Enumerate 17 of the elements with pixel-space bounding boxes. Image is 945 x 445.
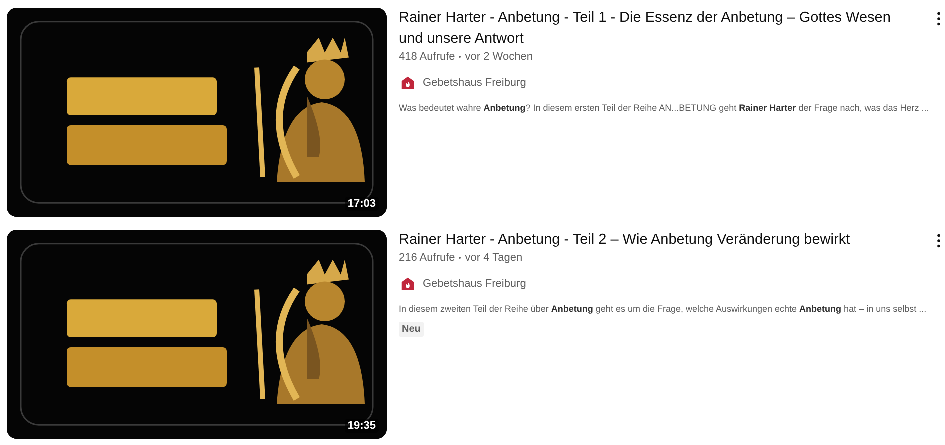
- view-count: 418 Aufrufe: [399, 51, 456, 63]
- channel-name[interactable]: Gebetshaus Freiburg: [423, 278, 526, 290]
- house-flame-icon[interactable]: [401, 277, 415, 291]
- upload-age: vor 4 Tagen: [465, 252, 523, 264]
- more-options-icon[interactable]: [937, 234, 941, 248]
- video-title[interactable]: Rainer Harter - Anbetung - Teil 1 - Die Essenz der Anbetung – Gottes Wesen und unsere Antwort: [399, 8, 899, 50]
- channel-name[interactable]: Gebetshaus Freiburg: [423, 77, 526, 89]
- video-description: In diesem zweiten Teil der Reihe über Anbetung geht es um die Frage, welche Auswirkungen echte Anbetung hat – in uns selbst ...: [399, 304, 928, 314]
- house-flame-icon[interactable]: [401, 76, 415, 90]
- video-title[interactable]: Rainer Harter - Anbetung - Teil 2 – Wie Anbetung Veränderung bewirkt: [399, 230, 850, 251]
- more-options-icon[interactable]: [937, 12, 941, 26]
- separator-dot: [459, 56, 462, 58]
- separator-dot: [459, 257, 462, 259]
- view-count: 216 Aufrufe: [399, 252, 456, 264]
- upload-age: vor 2 Wochen: [465, 51, 533, 63]
- video-description: Was bedeutet wahre Anbetung? In diesem ersten Teil der Reihe AN...BETUNG geht Rainer Harter der Frage nach, was das Herz ...: [399, 103, 930, 113]
- new-badge: Neu: [399, 322, 424, 337]
